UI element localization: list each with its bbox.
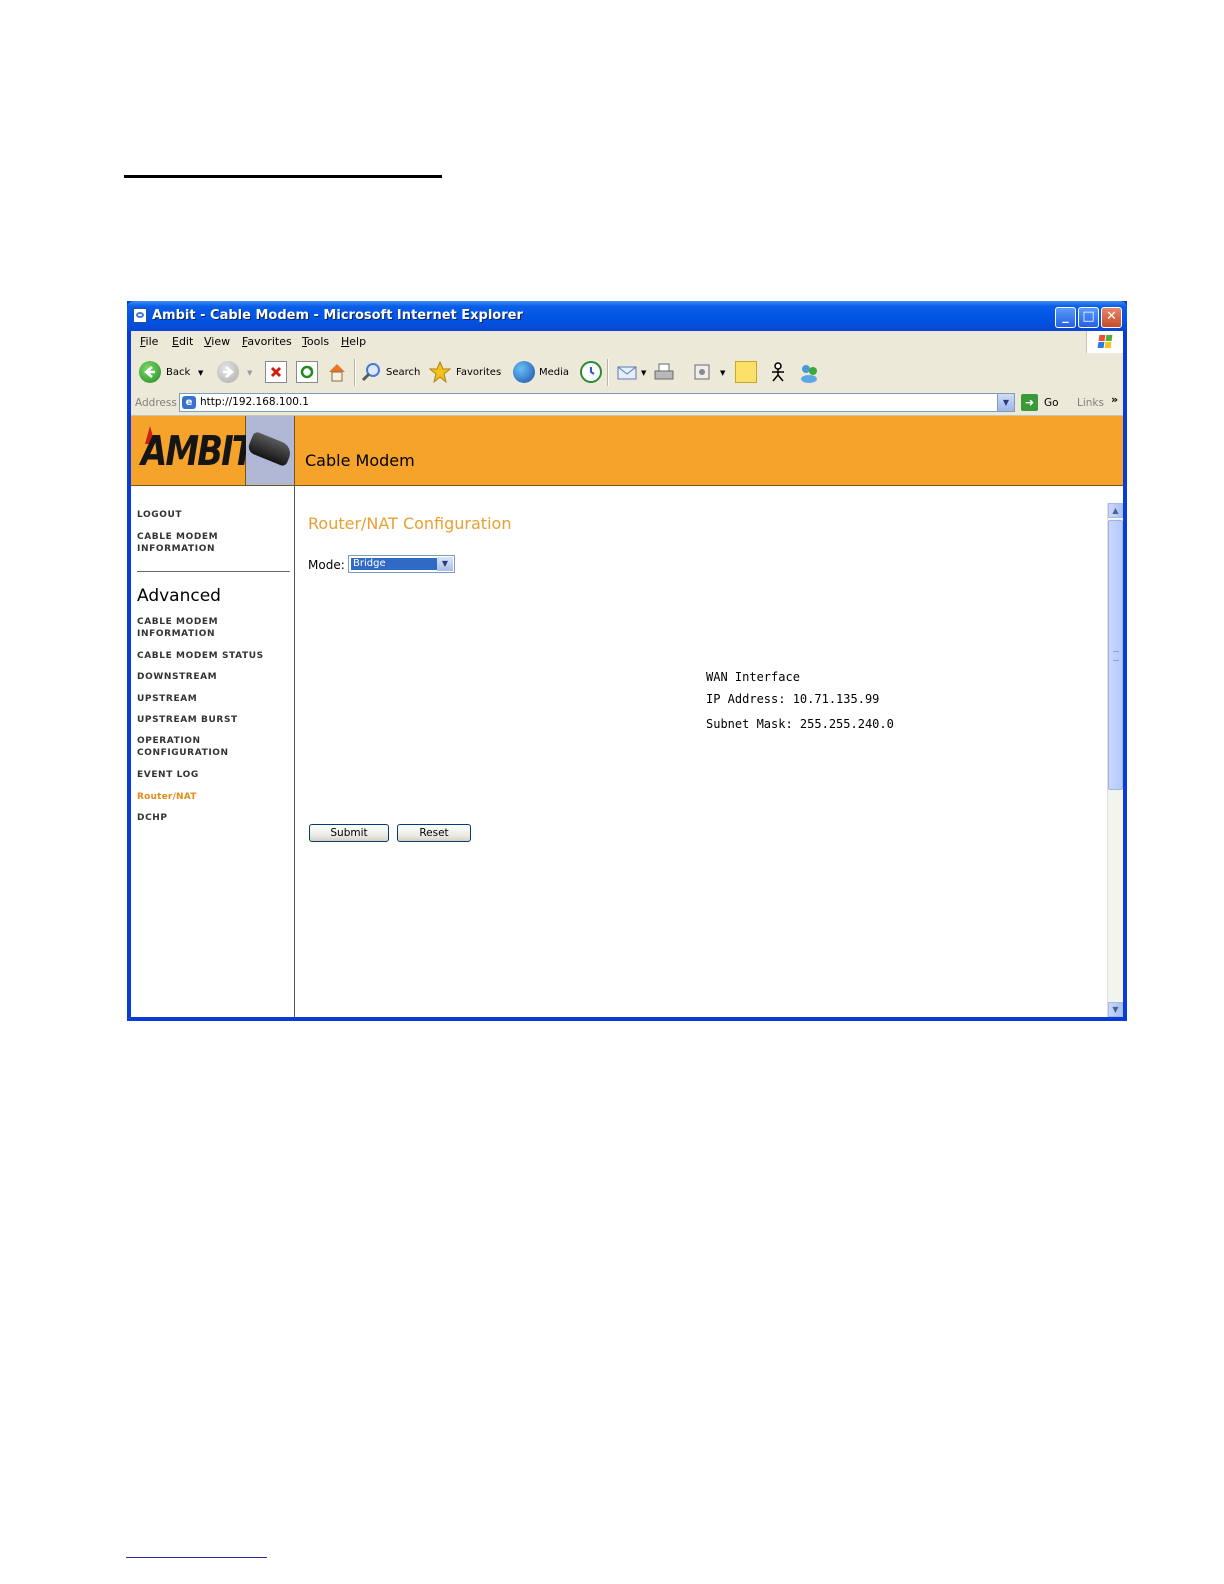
ie-window: Ambit - Cable Modem - Microsoft Internet…: [127, 301, 1127, 1021]
history-icon[interactable]: [580, 361, 602, 383]
scroll-up-icon[interactable]: ▲: [1108, 503, 1123, 518]
mode-selected-value[interactable]: Bridge: [350, 557, 438, 571]
mode-label: Mode:: [308, 558, 345, 572]
stop-icon[interactable]: [265, 361, 287, 383]
edit-dropdown-icon[interactable]: ▼: [720, 369, 725, 377]
banner-title: Cable Modem: [305, 451, 415, 470]
nav-router-nat[interactable]: Router/NAT: [137, 791, 197, 803]
go-label[interactable]: Go: [1044, 397, 1059, 409]
wan-ip-address: IP Address: 10.71.135.99: [706, 692, 880, 706]
nav-cable-modem-information[interactable]: CABLE MODEM INFORMATION: [137, 531, 227, 555]
print-icon[interactable]: [653, 361, 675, 383]
close-button[interactable]: ✕: [1101, 307, 1122, 328]
nav-dchp[interactable]: DCHP: [137, 812, 168, 824]
scroll-thumb[interactable]: [1108, 520, 1123, 790]
vertical-scrollbar[interactable]: ▲ ▼: [1107, 503, 1123, 1017]
window-title: Ambit - Cable Modem - Microsoft Internet…: [152, 308, 523, 323]
minimize-button[interactable]: _: [1055, 307, 1076, 328]
nav-divider: [137, 571, 290, 572]
nav-event-log[interactable]: EVENT LOG: [137, 769, 199, 781]
media-icon[interactable]: [513, 361, 535, 383]
menu-tools[interactable]: Tools: [302, 335, 329, 348]
menu-help[interactable]: Help: [341, 335, 366, 348]
windows-logo-icon: [1086, 331, 1123, 353]
toolbar-separator: [354, 359, 356, 386]
menu-favorites[interactable]: Favorites: [242, 335, 292, 348]
menu-bar: File Edit View Favorites Tools Help: [131, 331, 1123, 354]
ie-page-icon: e: [182, 396, 196, 409]
menu-file[interactable]: File: [140, 335, 158, 348]
forward-dropdown-icon[interactable]: ▼: [247, 369, 252, 377]
submit-button[interactable]: Submit: [309, 824, 389, 842]
contacts-icon[interactable]: [798, 361, 820, 383]
messenger-icon[interactable]: [767, 361, 789, 383]
ie-page-icon: [133, 308, 147, 323]
media-button-label[interactable]: Media: [539, 367, 569, 378]
scroll-grip-icon: [1113, 651, 1119, 661]
nav-adv-cable-modem-information[interactable]: CABLE MODEM INFORMATION: [137, 616, 227, 640]
go-arrow-icon[interactable]: ➜: [1021, 394, 1038, 411]
favorites-button-label[interactable]: Favorites: [456, 367, 501, 378]
address-bar: Address e http://192.168.100.1 ▼ ➜ Go Li…: [131, 391, 1123, 416]
maximize-button[interactable]: □: [1078, 307, 1099, 328]
document-rule-top: [124, 175, 442, 178]
title-bar[interactable]: Ambit - Cable Modem - Microsoft Internet…: [127, 301, 1127, 331]
home-icon[interactable]: [326, 361, 348, 383]
modem-image: [246, 416, 295, 485]
nav-upstream-burst[interactable]: UPSTREAM BURST: [137, 714, 238, 726]
menu-edit[interactable]: Edit: [172, 335, 193, 348]
mail-dropdown-icon[interactable]: ▼: [641, 369, 646, 377]
nav-upstream[interactable]: UPSTREAM: [137, 693, 197, 705]
main-panel: Router/NAT Configuration Mode: Bridge ▼ …: [295, 486, 1107, 1017]
nav-downstream[interactable]: DOWNSTREAM: [137, 671, 217, 683]
wan-subnet-mask: Subnet Mask: 255.255.240.0: [706, 717, 894, 731]
nav-operation-configuration[interactable]: OPERATION CONFIGURATION: [137, 735, 237, 759]
sidebar-nav: LOGOUT CABLE MODEM INFORMATION Advanced …: [131, 486, 295, 1017]
logo-text: AMBIT: [141, 428, 255, 476]
address-label: Address: [135, 397, 177, 409]
nav-logout[interactable]: LOGOUT: [137, 509, 182, 521]
document-rule-bottom: [126, 1557, 267, 1558]
discuss-icon[interactable]: [735, 361, 757, 383]
toolbar-separator: [607, 359, 609, 386]
mail-icon[interactable]: [616, 361, 638, 383]
links-chevron-icon[interactable]: »: [1111, 393, 1118, 406]
scroll-down-icon[interactable]: ▼: [1108, 1002, 1123, 1017]
menu-view[interactable]: View: [204, 335, 230, 348]
edit-icon[interactable]: [691, 361, 713, 383]
address-input[interactable]: e http://192.168.100.1 ▼: [179, 393, 1015, 412]
page-title: Router/NAT Configuration: [308, 514, 512, 533]
chevron-down-icon[interactable]: ▼: [437, 557, 453, 571]
page-banner: AMBIT Cable Modem: [131, 416, 1123, 486]
forward-icon[interactable]: [217, 361, 239, 383]
go-button[interactable]: ➜ Go: [1021, 393, 1071, 413]
wan-interface-heading: WAN Interface: [706, 670, 800, 684]
standard-toolbar: Back ▼ ▼ Search Favorites Media ▼ ▼: [131, 353, 1123, 392]
reset-button[interactable]: Reset: [397, 824, 471, 842]
refresh-icon[interactable]: [296, 361, 318, 383]
links-label[interactable]: Links: [1077, 397, 1104, 409]
back-dropdown-icon[interactable]: ▼: [198, 369, 203, 377]
search-button-label[interactable]: Search: [386, 367, 420, 378]
favorites-icon[interactable]: [428, 360, 452, 384]
back-button-label[interactable]: Back: [166, 367, 190, 378]
page-content: AMBIT Cable Modem LOGOUT CABLE MODEM INF…: [131, 416, 1123, 1017]
address-dropdown-icon[interactable]: ▼: [997, 394, 1014, 411]
ambit-logo: AMBIT: [131, 416, 255, 485]
mode-select[interactable]: Bridge ▼: [348, 555, 455, 573]
back-icon[interactable]: [139, 361, 161, 383]
nav-cable-modem-status[interactable]: CABLE MODEM STATUS: [137, 650, 264, 662]
search-icon[interactable]: [360, 361, 382, 383]
nav-heading-advanced: Advanced: [137, 586, 221, 606]
address-url[interactable]: http://192.168.100.1: [200, 396, 309, 408]
cable-modem-icon: [246, 430, 294, 468]
